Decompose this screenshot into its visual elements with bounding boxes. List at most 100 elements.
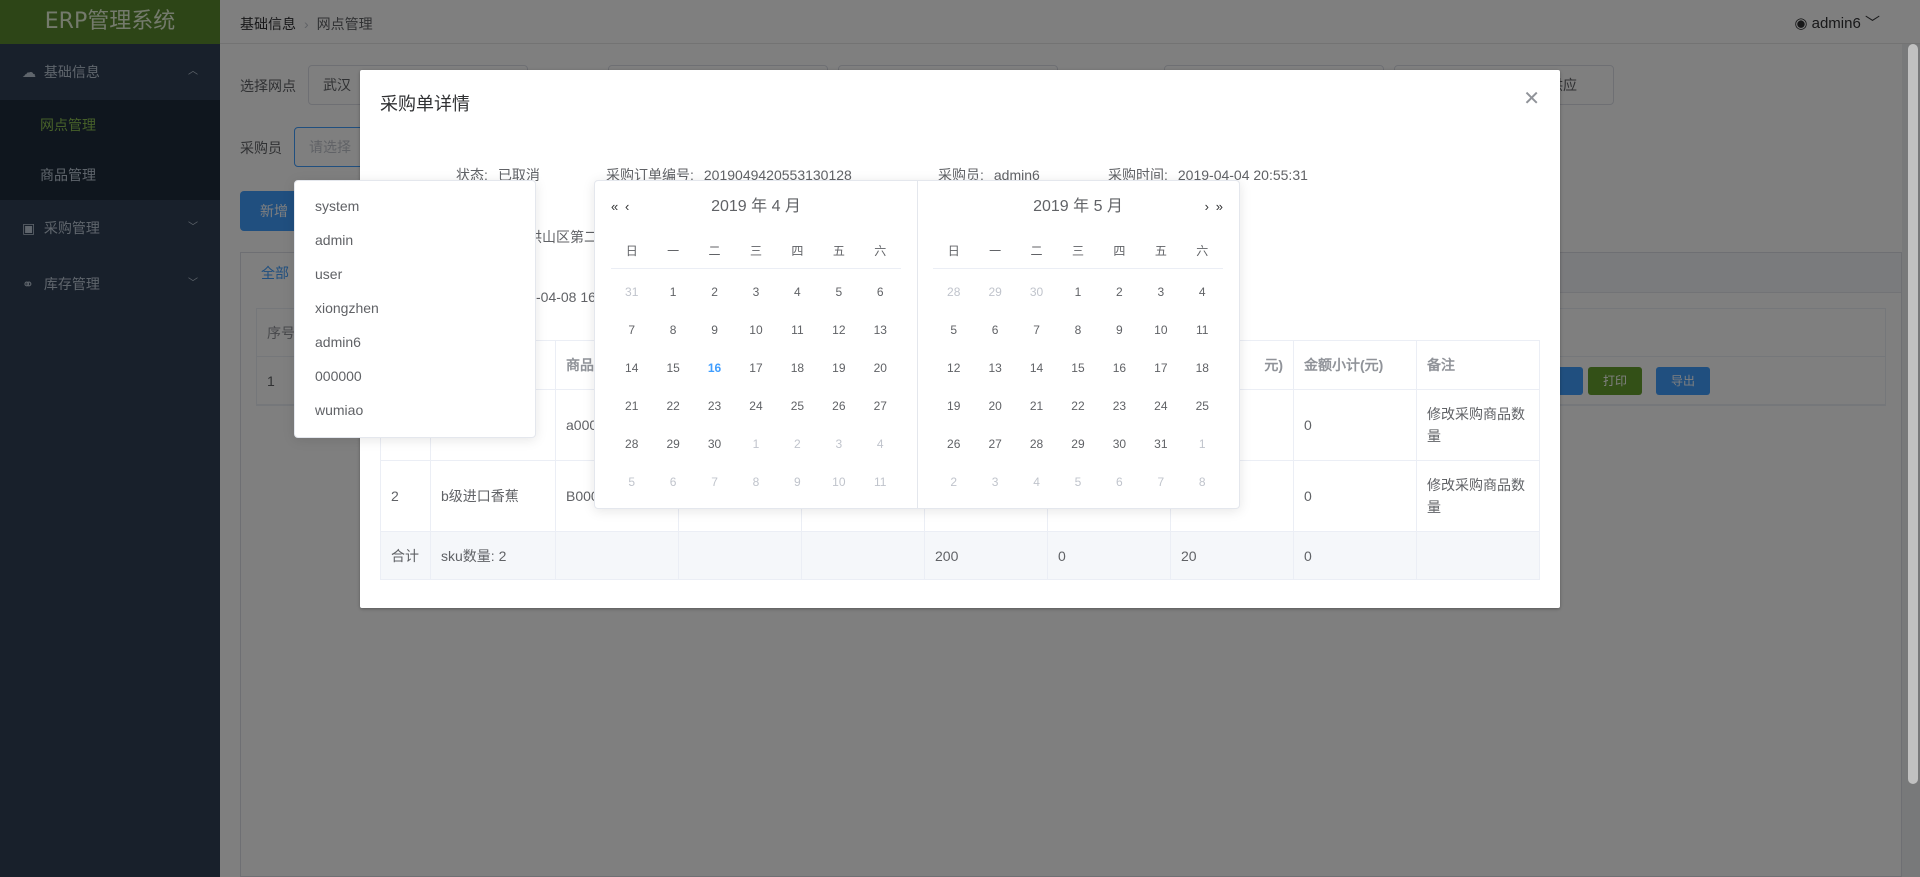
day-cell[interactable]: 16 bbox=[1099, 349, 1140, 387]
day-cell[interactable]: 29 bbox=[974, 273, 1015, 311]
day-cell[interactable]: 29 bbox=[652, 425, 693, 463]
day-cell[interactable]: 6 bbox=[974, 311, 1015, 349]
day-cell[interactable]: 24 bbox=[1140, 387, 1181, 425]
day-cell[interactable]: 11 bbox=[1182, 311, 1223, 349]
day-cell[interactable]: 26 bbox=[933, 425, 974, 463]
day-cell[interactable]: 4 bbox=[777, 273, 818, 311]
day-cell[interactable]: 5 bbox=[611, 463, 652, 501]
day-cell[interactable]: 7 bbox=[1016, 311, 1057, 349]
days-grid: 28 29 30 1 2 3 4 5 6 7 8 9 10 11 12 13 14 15 16 17 18 19 20 21 2… bbox=[933, 273, 1223, 501]
prev-year-icon[interactable]: « bbox=[611, 181, 618, 233]
day-cell[interactable]: 19 bbox=[818, 349, 859, 387]
day-cell[interactable]: 25 bbox=[777, 387, 818, 425]
day-cell[interactable]: 8 bbox=[1182, 463, 1223, 501]
day-cell[interactable]: 6 bbox=[860, 273, 901, 311]
day-cell[interactable]: 18 bbox=[1182, 349, 1223, 387]
day-cell[interactable]: 19 bbox=[933, 387, 974, 425]
day-cell[interactable]: 10 bbox=[818, 463, 859, 501]
day-cell[interactable]: 28 bbox=[1016, 425, 1057, 463]
day-cell[interactable]: 22 bbox=[652, 387, 693, 425]
day-cell[interactable]: 1 bbox=[1182, 425, 1223, 463]
prev-month-icon[interactable]: ‹ bbox=[625, 181, 629, 233]
day-cell[interactable]: 3 bbox=[735, 273, 776, 311]
day-cell[interactable]: 14 bbox=[1016, 349, 1057, 387]
dropdown-option[interactable]: admin bbox=[295, 223, 535, 257]
day-cell[interactable]: 17 bbox=[1140, 349, 1181, 387]
day-cell[interactable]: 2 bbox=[777, 425, 818, 463]
day-cell[interactable]: 3 bbox=[818, 425, 859, 463]
day-cell[interactable]: 7 bbox=[694, 463, 735, 501]
page-scrollbar[interactable] bbox=[1908, 44, 1918, 784]
day-cell[interactable]: 2 bbox=[694, 273, 735, 311]
day-cell[interactable]: 22 bbox=[1057, 387, 1098, 425]
day-cell[interactable]: 1 bbox=[735, 425, 776, 463]
day-cell[interactable]: 27 bbox=[974, 425, 1015, 463]
day-cell[interactable]: 2 bbox=[933, 463, 974, 501]
week-row: 2345678 bbox=[933, 463, 1223, 501]
day-cell[interactable]: 6 bbox=[652, 463, 693, 501]
day-cell[interactable]: 24 bbox=[735, 387, 776, 425]
day-cell[interactable]: 30 bbox=[1016, 273, 1057, 311]
day-cell[interactable]: 23 bbox=[694, 387, 735, 425]
day-cell[interactable]: 4 bbox=[860, 425, 901, 463]
day-cell[interactable]: 9 bbox=[694, 311, 735, 349]
day-cell[interactable]: 30 bbox=[1099, 425, 1140, 463]
day-cell[interactable]: 3 bbox=[1140, 273, 1181, 311]
day-cell[interactable]: 1 bbox=[1057, 273, 1098, 311]
day-cell[interactable]: 4 bbox=[1182, 273, 1223, 311]
day-cell[interactable]: 17 bbox=[735, 349, 776, 387]
day-cell[interactable]: 23 bbox=[1099, 387, 1140, 425]
day-cell[interactable]: 21 bbox=[611, 387, 652, 425]
day-cell[interactable]: 8 bbox=[1057, 311, 1098, 349]
day-cell[interactable]: 15 bbox=[652, 349, 693, 387]
day-cell[interactable]: 5 bbox=[818, 273, 859, 311]
day-cell[interactable]: 20 bbox=[974, 387, 1015, 425]
day-cell[interactable]: 11 bbox=[860, 463, 901, 501]
day-cell[interactable]: 18 bbox=[777, 349, 818, 387]
day-cell[interactable]: 27 bbox=[860, 387, 901, 425]
day-cell[interactable]: 9 bbox=[777, 463, 818, 501]
day-cell[interactable]: 9 bbox=[1099, 311, 1140, 349]
day-cell[interactable]: 10 bbox=[1140, 311, 1181, 349]
next-month-icon[interactable]: › bbox=[1205, 181, 1209, 233]
dropdown-option[interactable]: xiongzhen bbox=[295, 291, 535, 325]
day-cell[interactable]: 8 bbox=[652, 311, 693, 349]
day-cell[interactable]: 20 bbox=[860, 349, 901, 387]
day-cell[interactable]: 13 bbox=[974, 349, 1015, 387]
day-cell[interactable]: 25 bbox=[1182, 387, 1223, 425]
day-cell[interactable]: 28 bbox=[933, 273, 974, 311]
day-cell[interactable]: 30 bbox=[694, 425, 735, 463]
dropdown-option[interactable]: user bbox=[295, 257, 535, 291]
day-cell[interactable]: 5 bbox=[933, 311, 974, 349]
day-cell[interactable]: 31 bbox=[1140, 425, 1181, 463]
day-cell[interactable]: 1 bbox=[652, 273, 693, 311]
day-cell[interactable]: 7 bbox=[611, 311, 652, 349]
dropdown-option[interactable]: admin6 bbox=[295, 325, 535, 359]
day-cell[interactable]: 14 bbox=[611, 349, 652, 387]
day-cell[interactable]: 8 bbox=[735, 463, 776, 501]
day-cell[interactable]: 29 bbox=[1057, 425, 1098, 463]
day-cell[interactable]: 21 bbox=[1016, 387, 1057, 425]
day-cell[interactable]: 7 bbox=[1140, 463, 1181, 501]
week-row: 28 29 30 1 2 3 4 bbox=[611, 425, 901, 463]
day-cell[interactable]: 13 bbox=[860, 311, 901, 349]
day-cell[interactable]: 12 bbox=[933, 349, 974, 387]
day-cell[interactable]: 5 bbox=[1057, 463, 1098, 501]
day-cell[interactable]: 16 bbox=[694, 349, 735, 387]
day-cell[interactable]: 6 bbox=[1099, 463, 1140, 501]
next-year-icon[interactable]: » bbox=[1216, 181, 1223, 233]
day-cell[interactable]: 3 bbox=[974, 463, 1015, 501]
day-cell[interactable]: 28 bbox=[611, 425, 652, 463]
dropdown-option[interactable]: 000000 bbox=[295, 359, 535, 393]
day-cell[interactable]: 2 bbox=[1099, 273, 1140, 311]
close-icon[interactable]: ✕ bbox=[1523, 86, 1540, 111]
day-cell[interactable]: 15 bbox=[1057, 349, 1098, 387]
day-cell[interactable]: 10 bbox=[735, 311, 776, 349]
dropdown-option[interactable]: wumiao bbox=[295, 393, 535, 427]
day-cell[interactable]: 12 bbox=[818, 311, 859, 349]
day-cell[interactable]: 11 bbox=[777, 311, 818, 349]
day-cell[interactable]: 26 bbox=[818, 387, 859, 425]
day-cell[interactable]: 31 bbox=[611, 273, 652, 311]
dropdown-option[interactable]: system bbox=[295, 189, 535, 223]
day-cell[interactable]: 4 bbox=[1016, 463, 1057, 501]
